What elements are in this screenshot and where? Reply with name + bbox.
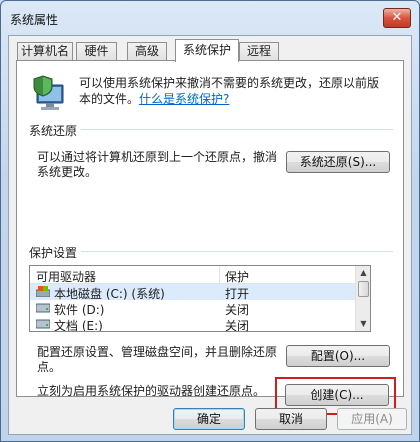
hard-drive-icon <box>36 303 50 313</box>
title-bar[interactable]: 系统属性 ✕ <box>1 1 419 35</box>
system-drive-icon <box>36 286 50 297</box>
hard-drive-icon <box>36 319 50 329</box>
scroll-thumb[interactable] <box>358 281 369 297</box>
configure-button[interactable]: 配置(O)... <box>286 345 390 367</box>
column-protection[interactable]: 保护 <box>225 268 249 285</box>
protection-group-line <box>29 251 393 252</box>
create-button[interactable]: 创建(C)... <box>285 384 389 406</box>
protection-group-heading: 保护设置 <box>29 244 82 261</box>
system-restore-button[interactable]: 系统还原(S)... <box>286 151 390 173</box>
restore-description: 可以通过将计算机还原到上一个还原点，撤消系统更改。 <box>37 150 278 179</box>
drive-name: 文档 (E:) <box>54 319 103 332</box>
system-properties-window: 系统属性 ✕ 计算机名 硬件 高级 系统保护 远程 可以使用系统保护来撤消不需要… <box>0 0 420 442</box>
what-is-system-protection-link[interactable]: 什么是系统保护? <box>139 92 229 106</box>
restore-group-heading: 系统还原 <box>29 122 82 139</box>
drive-list[interactable]: 可用驱动器 保护 本地磁盘 (C:) (系统) 打开 软件 (D:) 关闭 文档… <box>29 265 371 332</box>
intro-text-block: 可以使用系统保护来撤消不需要的系统更改，还原以前版本的文件。什么是系统保护? <box>79 75 389 107</box>
drive-protection-status: 关闭 <box>225 319 250 332</box>
dialog-client-area: 计算机名 硬件 高级 系统保护 远程 可以使用系统保护来撤消不需要的系统更改，还… <box>8 35 412 435</box>
close-button[interactable]: ✕ <box>383 8 411 28</box>
column-separator <box>219 266 220 284</box>
cancel-button[interactable]: 取消 <box>255 408 327 430</box>
drive-row-e[interactable]: 文档 (E:) 关闭 <box>30 316 356 332</box>
drive-list-scrollbar[interactable]: ▲ ▼ <box>355 266 370 331</box>
scroll-up-icon[interactable]: ▲ <box>356 266 370 280</box>
column-available-drives[interactable]: 可用驱动器 <box>36 268 96 285</box>
tab-hardware[interactable]: 硬件 <box>76 42 117 61</box>
drive-row-c[interactable]: 本地磁盘 (C:) (系统) 打开 <box>30 284 356 301</box>
scroll-down-icon[interactable]: ▼ <box>356 317 370 331</box>
configure-description: 配置还原设置、管理磁盘空间，并且删除还原点。 <box>37 345 278 374</box>
drive-list-header: 可用驱动器 保护 <box>30 266 356 284</box>
tab-remote[interactable]: 远程 <box>239 42 279 61</box>
drive-row-d[interactable]: 软件 (D:) 关闭 <box>30 300 356 317</box>
restore-group-line <box>29 129 393 130</box>
tab-advanced[interactable]: 高级 <box>127 42 167 61</box>
system-protection-icon <box>33 75 69 113</box>
tab-computer-name[interactable]: 计算机名 <box>17 42 73 61</box>
close-icon: ✕ <box>391 10 403 25</box>
apply-button[interactable]: 应用(A) <box>337 408 407 430</box>
create-description: 立刻为启用系统保护的驱动器创建还原点。 <box>37 384 266 398</box>
ok-button[interactable]: 确定 <box>173 408 245 430</box>
tab-system-protection[interactable]: 系统保护 <box>175 39 239 62</box>
window-title: 系统属性 <box>10 13 59 27</box>
system-protection-panel: 可以使用系统保护来撤消不需要的系统更改，还原以前版本的文件。什么是系统保护? 系… <box>16 60 404 415</box>
